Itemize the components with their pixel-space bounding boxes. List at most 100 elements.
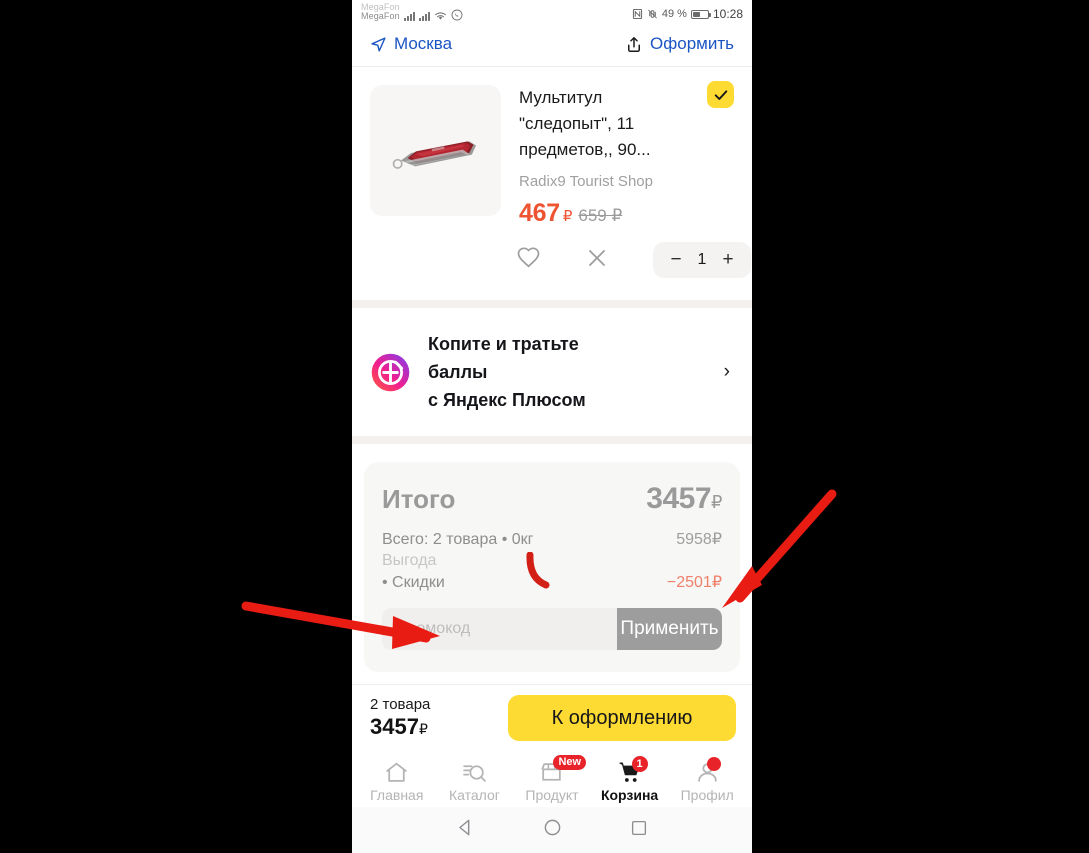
- plus-banner-line1: Копите и тратьте: [428, 334, 579, 354]
- checkmark-icon: [714, 89, 727, 100]
- share-button[interactable]: Оформить: [625, 34, 734, 54]
- status-bar-left: MegaFon MegaFon: [361, 3, 463, 21]
- battery-percent-label: 49 %: [661, 8, 687, 20]
- nfc-icon: [632, 8, 642, 20]
- cart-product-card[interactable]: Мультитул "следопыт", 11 предметов,, 90.…: [352, 67, 752, 228]
- total-amount-value: 3457: [646, 482, 712, 515]
- checkout-summary: 2 товара 3457₽: [370, 696, 430, 740]
- checkout-total-value: 3457: [370, 714, 419, 739]
- quantity-stepper[interactable]: − 1 +: [653, 242, 751, 278]
- status-bar-right: 49 % 10:28: [632, 7, 743, 21]
- tab-profile-label: Профил: [680, 787, 734, 803]
- share-icon: [628, 36, 641, 52]
- home-circle-icon[interactable]: [543, 818, 562, 842]
- remove-item-button[interactable]: [585, 246, 609, 275]
- favorite-button[interactable]: [516, 246, 541, 275]
- discount-label: • Скидки: [382, 574, 445, 591]
- product-price-current: 467: [519, 199, 560, 227]
- status-bar-clock: 10:28: [712, 7, 743, 21]
- tab-catalog-label: Каталог: [448, 787, 500, 803]
- plus-banner-line2: баллы: [428, 362, 488, 382]
- total-currency: ₽: [711, 492, 722, 512]
- multitool-product-image: [392, 141, 476, 169]
- items-value: 5958₽: [676, 531, 722, 548]
- signal-bars-icon: [403, 10, 415, 21]
- proceed-to-checkout-button[interactable]: К оформлению: [508, 695, 736, 741]
- share-label: Оформить: [650, 34, 734, 53]
- vibrate-off-icon: [647, 9, 657, 19]
- catalog-search-icon: [462, 759, 487, 785]
- plus-banner-line3: с Яндекс Плюсом: [428, 390, 586, 410]
- bottom-navigation: Главная Каталог New Продукт 1 Корзина Пр…: [352, 753, 752, 807]
- tab-product-label: Продукт: [525, 787, 579, 803]
- apply-promocode-button[interactable]: Применить: [617, 608, 722, 650]
- signal-bars-icon-2: [418, 10, 430, 21]
- total-row: Итого 3457₽: [382, 482, 722, 516]
- tab-product[interactable]: New Продукт: [513, 755, 591, 803]
- home-icon: [384, 759, 409, 785]
- profile-icon: [695, 757, 721, 785]
- tab-profile[interactable]: Профил: [668, 757, 746, 803]
- product-title[interactable]: Мультитул "следопыт", 11 предметов,, 90.…: [519, 85, 690, 163]
- product-info: Мультитул "следопыт", 11 предметов,, 90.…: [519, 85, 734, 228]
- totals-card: Итого 3457₽ Всего: 2 товара • 0кг 5958₽ …: [364, 462, 740, 672]
- battery-icon: [690, 9, 711, 19]
- checkout-bar: 2 товара 3457₽ К оформлению: [352, 684, 752, 753]
- location-label: Москва: [394, 34, 453, 53]
- product-thumbnail[interactable]: [370, 85, 501, 216]
- screenshot-stage: MegaFon MegaFon 49 % 10:28 Москва Оформи…: [0, 0, 1089, 853]
- product-select-checkbox[interactable]: [707, 81, 734, 108]
- promocode-row: Применить: [382, 608, 722, 650]
- carrier-labels: MegaFon MegaFon: [361, 3, 400, 21]
- plus-banner-text: Копите и тратьте баллы с Яндекс Плюсом: [428, 330, 707, 414]
- product-price-old: 659 ₽: [578, 206, 623, 225]
- tab-cart[interactable]: 1 Корзина: [591, 756, 669, 803]
- carrier-label-secondary: MegaFon: [361, 2, 400, 12]
- promocode-input[interactable]: [382, 608, 617, 650]
- tab-catalog[interactable]: Каталог: [436, 759, 514, 803]
- discount-row: • Скидки −2501₽: [382, 572, 722, 592]
- product-prices: 467 ₽ 659 ₽: [519, 199, 690, 228]
- tab-cart-label: Корзина: [600, 787, 659, 803]
- yandex-plus-logo-icon: [371, 353, 410, 391]
- wifi-icon: [434, 12, 446, 20]
- quantity-decrease-button[interactable]: −: [665, 249, 687, 271]
- tab-cart-badge: 1: [631, 756, 648, 772]
- status-bar: MegaFon MegaFon 49 % 10:28: [352, 0, 752, 22]
- cart-icon: 1: [617, 756, 648, 785]
- product-price-currency: ₽: [562, 208, 573, 225]
- app-header: Москва Оформить: [352, 22, 752, 67]
- quantity-increase-button[interactable]: +: [717, 249, 739, 271]
- tab-home[interactable]: Главная: [358, 759, 436, 803]
- quantity-value: 1: [697, 251, 707, 268]
- total-amount: 3457₽: [646, 482, 722, 516]
- benefit-label: Выгода: [382, 552, 437, 569]
- tab-home-label: Главная: [370, 787, 424, 803]
- product-actions: − 1 +: [352, 228, 752, 300]
- total-label: Итого: [382, 484, 456, 514]
- tab-product-badge: New: [553, 755, 587, 770]
- discount-value: −2501₽: [666, 574, 722, 591]
- back-triangle-icon[interactable]: [456, 818, 475, 842]
- tab-profile-badge-dot: [706, 757, 721, 771]
- checkout-item-count: 2 товара: [370, 696, 431, 713]
- chevron-right-icon[interactable]: ›: [724, 361, 734, 383]
- items-label: Всего: 2 товара • 0кг: [382, 531, 534, 548]
- location-button[interactable]: Москва: [370, 34, 452, 54]
- yandex-plus-banner[interactable]: Копите и тратьте баллы с Яндекс Плюсом ›: [352, 308, 752, 436]
- carrier-label: MegaFon: [361, 11, 400, 21]
- totals-section: Итого 3457₽ Всего: 2 товара • 0кг 5958₽ …: [352, 444, 752, 672]
- section-divider-2: [352, 436, 752, 444]
- product-shop-name[interactable]: Radix9 Tourist Shop: [519, 173, 690, 190]
- navigation-arrow-icon: [371, 36, 386, 52]
- android-navigation-bar: [352, 807, 752, 853]
- heart-icon: [517, 246, 540, 267]
- close-icon: [589, 249, 605, 266]
- whatsapp-icon: [451, 9, 463, 21]
- recents-square-icon[interactable]: [630, 819, 648, 842]
- store-icon: New: [539, 755, 587, 785]
- checkout-total-currency: ₽: [418, 721, 428, 737]
- checkout-total: 3457₽: [370, 714, 430, 740]
- section-divider: [352, 300, 752, 308]
- phone-viewport: MegaFon MegaFon 49 % 10:28 Москва Оформи…: [352, 0, 752, 853]
